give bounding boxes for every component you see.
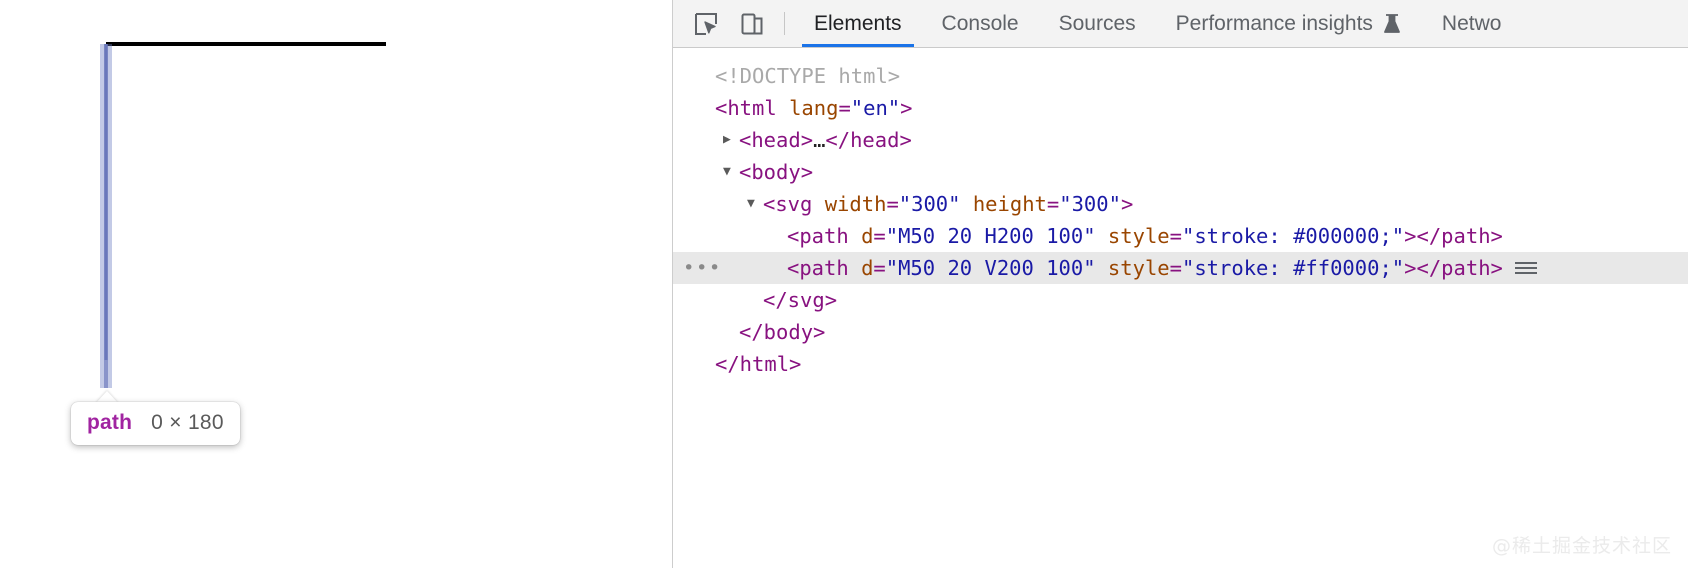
tab-network-label: Netwo — [1441, 11, 1502, 35]
element-info-tooltip: path 0 × 180 — [71, 402, 240, 445]
token-tag: </svg> — [763, 288, 838, 312]
dom-tree-row[interactable]: ▼ <svg width="300" height="300"> — [673, 188, 1688, 220]
dom-tree-row[interactable]: ▼ <body> — [673, 156, 1688, 188]
inspect-element-icon — [695, 12, 717, 35]
dom-row-markup: <head>…</head> — [739, 124, 912, 156]
token-val: "300" — [898, 192, 961, 216]
token-val: "en" — [850, 96, 901, 120]
inspect-element-button[interactable] — [683, 0, 729, 47]
dom-row-markup: <body> — [739, 156, 813, 188]
token-punct: = — [1169, 224, 1182, 248]
tab-console[interactable]: Console — [922, 0, 1039, 47]
tab-elements[interactable]: Elements — [794, 0, 922, 47]
chevron-down-icon[interactable]: ▼ — [747, 188, 763, 220]
token-val: "stroke: #ff0000;" — [1181, 256, 1405, 280]
flex-grid-badge-icon[interactable] — [1514, 262, 1537, 274]
token-tag: </body> — [739, 320, 826, 344]
token-tag: <path — [787, 224, 862, 248]
token-text: … — [813, 128, 826, 152]
token-attr: d — [861, 224, 874, 248]
token-attr: style — [1107, 224, 1170, 248]
dom-tree-row[interactable]: <!DOCTYPE html> — [673, 60, 1688, 92]
token-val: "M50 20 V200 100" — [885, 256, 1096, 280]
token-tag: <html — [715, 96, 790, 120]
token-tag: > — [900, 96, 913, 120]
tab-sources-label: Sources — [1058, 11, 1136, 35]
dom-tree-row[interactable]: <path d="M50 20 H200 100" style="stroke:… — [673, 220, 1688, 252]
token-val: "300" — [1059, 192, 1121, 216]
tooltip-tag-name: path — [87, 411, 133, 434]
token-punct: = — [1046, 192, 1060, 216]
element-highlight-core — [104, 44, 108, 388]
token-tag: ></path> — [1404, 256, 1503, 280]
dom-tree[interactable]: <!DOCTYPE html> <html lang="en"> ▶ <head>…<… — [673, 48, 1688, 380]
token-tag: <path — [787, 256, 862, 280]
dom-tree-row[interactable]: ••• <path d="M50 20 V200 100" style="stro… — [673, 252, 1688, 284]
token-attr: d — [861, 256, 874, 280]
token-tag: </html> — [715, 352, 802, 376]
token-val: "M50 20 H200 100" — [885, 224, 1096, 248]
device-toolbar-icon — [741, 13, 763, 34]
token-punct: = — [873, 224, 886, 248]
token-doctype: <!DOCTYPE html> — [715, 64, 901, 88]
token-tag: <head> — [739, 128, 814, 152]
chevron-right-icon[interactable]: ▶ — [723, 124, 739, 156]
dom-tree-row[interactable]: <html lang="en"> — [673, 92, 1688, 124]
devtools-tabs: Elements Console Sources Performance ins… — [794, 0, 1521, 47]
token-punct: = — [838, 96, 851, 120]
toolbar-divider — [784, 12, 785, 35]
token-attr: style — [1107, 256, 1170, 280]
dom-tree-row[interactable]: ▶ <head>…</head> — [673, 124, 1688, 156]
dom-row-markup: <svg width="300" height="300"> — [763, 188, 1133, 220]
devtools-panel: Elements Console Sources Performance ins… — [672, 0, 1688, 568]
token-punct: = — [886, 192, 899, 216]
flask-icon — [1382, 13, 1402, 35]
watermark: @稀土掘金技术社区 — [1491, 535, 1672, 557]
token-val: "stroke: #000000;" — [1181, 224, 1405, 248]
devtools-toolbar: Elements Console Sources Performance ins… — [673, 0, 1688, 48]
page-viewport: path 0 × 180 — [0, 0, 672, 568]
dom-row-markup: <path d="M50 20 H200 100" style="stroke:… — [787, 220, 1503, 252]
dom-tree-row[interactable]: </html> — [673, 348, 1688, 380]
token-punct: = — [1169, 256, 1182, 280]
tab-sources[interactable]: Sources — [1039, 0, 1156, 47]
token-tag: > — [1120, 192, 1134, 216]
row-more-options-icon[interactable]: ••• — [683, 252, 722, 284]
dom-row-markup: </body> — [739, 316, 825, 348]
tab-console-label: Console — [941, 11, 1019, 35]
devtools-screenshot: path 0 × 180 Elements Console Sources Pe… — [0, 0, 1688, 568]
token-tag: <body> — [739, 160, 814, 184]
dom-row-markup: <html lang="en"> — [715, 92, 913, 124]
chevron-down-icon[interactable]: ▼ — [723, 156, 739, 188]
tooltip-dimensions: 0 × 180 — [151, 411, 224, 434]
dom-row-markup: </svg> — [763, 284, 837, 316]
token-attr: width — [824, 192, 887, 216]
token-punct: = — [873, 256, 886, 280]
tab-performance-insights[interactable]: Performance insights — [1156, 0, 1422, 47]
device-toolbar-button[interactable] — [729, 0, 775, 47]
dom-tree-row[interactable]: </body> — [673, 316, 1688, 348]
dom-tree-row[interactable]: </svg> — [673, 284, 1688, 316]
token-tag: <svg — [763, 192, 825, 216]
dom-row-markup: <!DOCTYPE html> — [715, 60, 900, 92]
token-tag: ></path> — [1404, 224, 1503, 248]
dom-row-markup: <path d="M50 20 V200 100" style="stroke:… — [787, 252, 1503, 284]
tab-performance-insights-label: Performance insights — [1175, 11, 1373, 35]
tab-network[interactable]: Netwo — [1422, 0, 1522, 47]
dom-row-markup: </html> — [715, 348, 801, 380]
token-attr: height — [972, 192, 1047, 216]
tab-elements-label: Elements — [814, 11, 902, 35]
token-attr: lang — [789, 96, 839, 120]
token-tag: </head> — [825, 128, 912, 152]
